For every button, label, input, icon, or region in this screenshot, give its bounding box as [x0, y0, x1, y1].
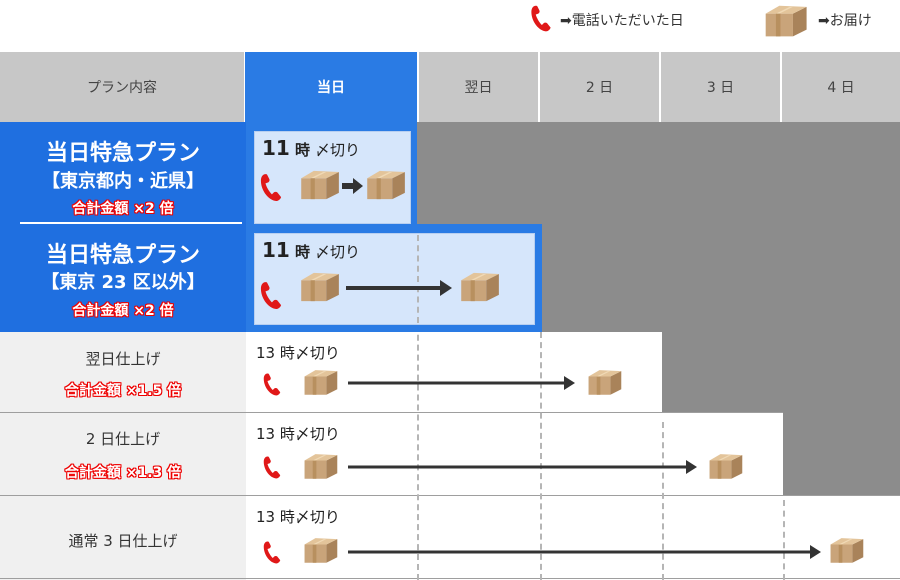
plan1-multiplier: 合計金額 ×2 倍: [72, 201, 174, 217]
legend-box-icon: [760, 3, 810, 38]
day-guide-line: [417, 235, 419, 323]
header-day-today: 当日: [245, 52, 417, 122]
package-box-icon: [300, 368, 340, 396]
phone-icon: [263, 455, 281, 479]
arrow-right-icon: [348, 545, 821, 559]
plan1-title: 当日特急プラン: [45, 141, 200, 166]
legend-call-label: ➡電話いただいた日: [560, 13, 684, 29]
plan5-title: 通常 3 日仕上げ: [68, 532, 178, 550]
day-guide-line: [540, 332, 542, 580]
legend-phone-icon: [530, 4, 552, 32]
package-box-icon: [362, 168, 408, 201]
arrow-right-icon: [342, 178, 363, 194]
plan1-cutoff-suffix: 〆切り: [315, 141, 361, 159]
package-box-icon: [296, 168, 342, 201]
plan3-title: 翌日仕上げ: [85, 350, 161, 368]
plan3-cutoff: 13 時〆切り: [256, 344, 340, 362]
day-guide-line: [783, 500, 785, 580]
phone-icon: [263, 540, 281, 564]
plan2-area: 【東京 23 区以外】: [41, 272, 205, 293]
plan1-cutoff-unit: 時: [294, 141, 310, 159]
arrow-right-icon: [348, 376, 575, 390]
header-day-2: 2 日: [540, 52, 659, 122]
package-box-icon: [705, 452, 745, 480]
header-day-4: 4 日: [782, 52, 900, 122]
package-box-icon: [296, 270, 342, 303]
plan2-cutoff-hour: 11: [262, 238, 290, 262]
package-box-icon: [456, 270, 502, 303]
plan1-cutoff-hour: 11: [262, 136, 290, 160]
row-separator: [0, 412, 783, 413]
plan4-cutoff: 13 時〆切り: [256, 425, 340, 443]
plan2-title: 当日特急プラン: [45, 243, 200, 268]
phone-icon: [263, 372, 281, 396]
schedule-diagram: ➡電話いただいた日 ➡お届け プラン内容 当日 翌日 2 日 3 日 4 日 当…: [0, 0, 900, 580]
phone-icon: [260, 172, 282, 202]
arrow-right-icon: [348, 460, 697, 474]
row-separator: [0, 495, 900, 496]
unavailable-area-top: [417, 122, 900, 224]
plan1-cutoff: 11 時 〆切り: [262, 136, 360, 160]
unavailable-area-4: [783, 413, 900, 496]
phone-icon: [260, 280, 282, 310]
package-box-icon: [584, 368, 624, 396]
plan5-cutoff: 13 時〆切り: [256, 508, 340, 526]
plan3-multiplier: 合計金額 ×1.5 倍: [64, 383, 182, 399]
arrow-right-icon: [346, 280, 452, 296]
plan-divider: [20, 222, 242, 224]
row3-label-bg: [0, 332, 246, 413]
plan1-area: 【東京都内・近県】: [42, 171, 204, 192]
package-box-icon: [826, 536, 866, 564]
plan2-cutoff-suffix: 〆切り: [315, 243, 361, 261]
plan4-title: 2 日仕上げ: [85, 430, 161, 448]
legend-delivery-label: ➡お届け: [818, 13, 872, 29]
plan2-cutoff: 11 時 〆切り: [262, 238, 360, 262]
package-box-icon: [300, 452, 340, 480]
plan2-multiplier: 合計金額 ×2 倍: [72, 303, 174, 319]
row4-label-bg: [0, 413, 246, 496]
plan4-multiplier: 合計金額 ×1.3 倍: [64, 465, 182, 481]
header-day-next: 翌日: [419, 52, 538, 122]
unavailable-area-2: [542, 224, 900, 332]
header-plan-cell: プラン内容: [0, 52, 244, 122]
package-box-icon: [300, 536, 340, 564]
row-separator: [0, 578, 900, 579]
unavailable-area-3: [662, 332, 900, 413]
plan2-cutoff-unit: 時: [294, 243, 310, 261]
header-day-3: 3 日: [661, 52, 780, 122]
